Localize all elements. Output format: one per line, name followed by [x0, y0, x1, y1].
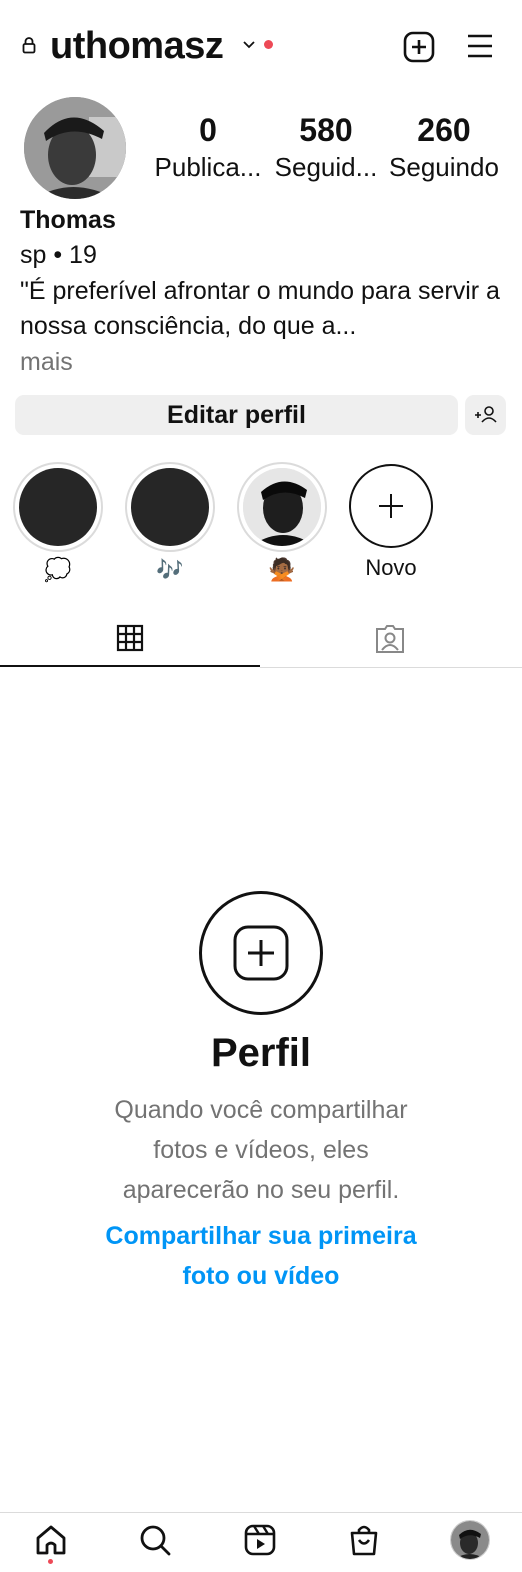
lock-icon	[22, 37, 36, 54]
bio-more-link[interactable]: mais	[20, 346, 73, 378]
add-person-icon	[475, 406, 497, 423]
new-post-icon[interactable]	[402, 30, 436, 64]
notification-dot	[264, 40, 273, 49]
profile-name: Thomas	[20, 206, 116, 234]
stat-posts-value: 0	[199, 112, 217, 148]
highlight-cover	[19, 468, 97, 546]
stat-followers-label: Seguid...	[274, 152, 378, 182]
stat-followers-value: 580	[299, 112, 353, 148]
profile-subtitle: sp • 19	[20, 241, 97, 269]
nav-profile-avatar[interactable]	[450, 1520, 490, 1560]
highlight-label: 🎶	[156, 557, 184, 582]
shop-icon[interactable]	[344, 1520, 384, 1560]
empty-state-text: Quando você compartilhar fotos e vídeos,…	[114, 1096, 408, 1204]
plus-icon	[379, 494, 403, 518]
highlight-new-label: Novo	[365, 555, 417, 580]
highlight-label: 💭	[44, 557, 72, 582]
username-title[interactable]: uthomasz	[50, 22, 224, 70]
bottom-nav-divider	[0, 1512, 522, 1513]
reels-icon[interactable]	[240, 1520, 280, 1560]
stat-followers[interactable]: 580 Seguid...	[266, 110, 386, 184]
edit-profile-button[interactable]: Editar perfil	[15, 395, 458, 435]
add-post-icon	[233, 925, 289, 981]
highlight-3[interactable]: 🙅🏾	[237, 462, 327, 584]
highlight-cover	[131, 468, 209, 546]
highlight-label: 🙅🏾	[268, 557, 296, 582]
profile-avatar[interactable]	[24, 97, 126, 199]
profile-bio: "É preferível afrontar o mundo para serv…	[20, 277, 500, 340]
empty-state-circle	[199, 891, 323, 1015]
menu-icon[interactable]	[464, 32, 496, 60]
new-highlight-ring	[349, 464, 433, 548]
stat-posts[interactable]: 0 Publica...	[148, 110, 268, 184]
highlight-ring	[13, 462, 103, 552]
discover-people-button[interactable]	[465, 395, 506, 435]
highlight-ring	[125, 462, 215, 552]
tagged-icon	[376, 625, 404, 653]
stat-following-value: 260	[417, 112, 471, 148]
home-notification-dot	[48, 1559, 53, 1564]
highlight-cover	[243, 468, 321, 546]
tab-grid[interactable]	[0, 610, 260, 668]
highlight-2[interactable]: 🎶	[125, 462, 215, 584]
stat-following[interactable]: 260 Seguindo	[384, 110, 504, 184]
grid-icon	[116, 624, 144, 652]
active-tab-indicator	[0, 665, 260, 667]
tab-tagged[interactable]	[260, 610, 522, 668]
empty-state-title: Perfil	[210, 1031, 312, 1075]
tab-divider	[260, 667, 522, 668]
share-first-post-link[interactable]: Compartilhar sua primeira foto ou vídeo	[90, 1216, 432, 1296]
highlight-1[interactable]: 💭	[13, 462, 103, 584]
highlight-ring	[237, 462, 327, 552]
home-icon[interactable]	[31, 1520, 71, 1560]
stat-posts-label: Publica...	[154, 152, 262, 182]
search-icon[interactable]	[135, 1520, 175, 1560]
highlight-new[interactable]: Novo	[346, 462, 436, 582]
chevron-down-icon[interactable]	[242, 40, 256, 50]
stat-following-label: Seguindo	[389, 152, 499, 182]
